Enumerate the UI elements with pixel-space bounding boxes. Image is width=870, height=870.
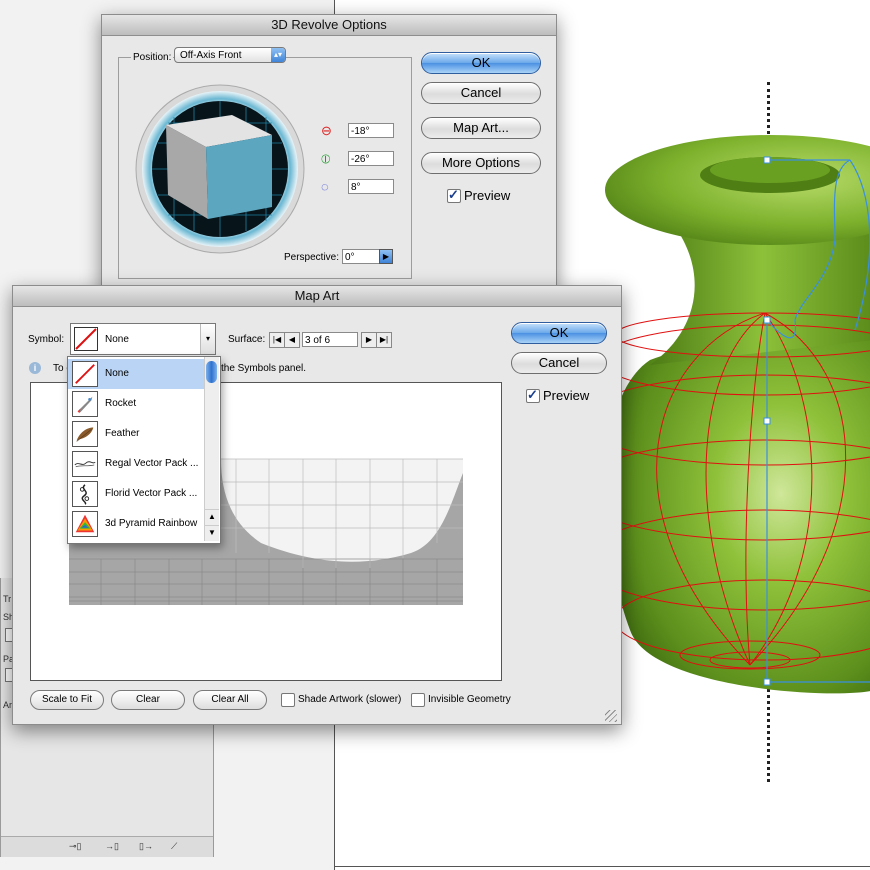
symbol-option-feather[interactable]: Feather bbox=[68, 419, 204, 449]
clear-all-button[interactable]: Clear All bbox=[193, 690, 267, 710]
resize-grip-icon[interactable] bbox=[605, 710, 617, 722]
symbol-option-label: Feather bbox=[105, 428, 140, 439]
symbol-option-label: Regal Vector Pack ... bbox=[105, 458, 199, 469]
shade-artwork-checkbox[interactable] bbox=[281, 693, 295, 707]
x-rotation-value: -18° bbox=[351, 126, 370, 137]
artboard-bottom-edge bbox=[334, 866, 870, 867]
preview-label: Preview bbox=[464, 188, 511, 203]
ok-button[interactable]: OK bbox=[421, 52, 541, 74]
edit-icon[interactable]: ⟋ bbox=[171, 841, 177, 852]
symbol-label: Symbol: bbox=[28, 334, 65, 345]
symbol-option-label: Rocket bbox=[105, 398, 137, 409]
ok-button[interactable]: OK bbox=[511, 322, 607, 344]
panel-footer: ⊸▯ →▯ ▯→ ⟋ bbox=[1, 836, 213, 857]
dropdown-scrollbar[interactable]: ▲ ▼ bbox=[204, 357, 219, 541]
y-rotation-field[interactable]: -26° bbox=[348, 151, 394, 166]
clear-button[interactable]: Clear bbox=[111, 690, 185, 710]
surface-field[interactable]: 3 of 6 bbox=[302, 332, 358, 347]
cancel-button[interactable]: Cancel bbox=[421, 82, 541, 104]
prev-surface-button[interactable]: ◀ bbox=[284, 332, 300, 348]
perspective-field[interactable]: 0° bbox=[342, 249, 380, 264]
scroll-up-arrow-icon[interactable]: ▲ bbox=[205, 509, 219, 524]
vase-artwork[interactable] bbox=[590, 130, 870, 700]
preview-checkbox[interactable] bbox=[526, 387, 540, 403]
place-icon[interactable]: →▯ bbox=[105, 841, 119, 852]
pyramid-rainbow-icon bbox=[72, 511, 98, 537]
z-axis-rotation-icon: ◌ bbox=[321, 179, 329, 194]
dialog-title: Map Art bbox=[13, 286, 621, 307]
x-axis-rotation-icon: ⊖ bbox=[321, 123, 332, 138]
more-options-button[interactable]: More Options bbox=[421, 152, 541, 174]
symbol-option-florid-vector[interactable]: Florid Vector Pack ... bbox=[68, 479, 204, 509]
symbol-option-rocket[interactable]: Rocket bbox=[68, 389, 204, 419]
surface-label: Surface: bbox=[228, 334, 266, 345]
info-icon: i bbox=[29, 362, 41, 374]
symbol-option-label: 3d Pyramid Rainbow bbox=[105, 518, 198, 529]
symbol-option-pyramid-rainbow[interactable]: 3d Pyramid Rainbow bbox=[68, 509, 204, 539]
symbol-option-label: Florid Vector Pack ... bbox=[105, 488, 198, 499]
feather-icon bbox=[72, 421, 98, 447]
symbol-select[interactable]: None ▾ bbox=[70, 323, 216, 355]
scroll-down-arrow-icon[interactable]: ▼ bbox=[205, 525, 219, 540]
symbol-option-regal-vector[interactable]: Regal Vector Pack ... bbox=[68, 449, 204, 479]
x-rotation-field[interactable]: -18° bbox=[348, 123, 394, 138]
position-label: Position: bbox=[131, 52, 174, 63]
y-rotation-value: -26° bbox=[351, 154, 370, 165]
regal-vector-icon bbox=[72, 451, 98, 477]
save-icon[interactable]: ▯→ bbox=[139, 841, 153, 852]
chevron-up-down-icon: ▴▾ bbox=[271, 48, 285, 62]
scrollbar-thumb[interactable] bbox=[206, 361, 217, 383]
position-value: Off-Axis Front bbox=[180, 50, 242, 61]
none-swatch-icon bbox=[74, 327, 98, 351]
map-art-button[interactable]: Map Art... bbox=[421, 117, 541, 139]
surface-value: 3 of 6 bbox=[305, 335, 331, 346]
scale-to-fit-button[interactable]: Scale to Fit bbox=[30, 690, 104, 710]
panel-row-label: Tr bbox=[3, 594, 12, 604]
dialog-title: 3D Revolve Options bbox=[102, 15, 556, 36]
shade-artwork-label: Shade Artwork (slower) bbox=[298, 694, 402, 705]
preview-label: Preview bbox=[543, 388, 590, 403]
preview-checkbox[interactable] bbox=[447, 187, 461, 203]
track-cube[interactable] bbox=[134, 83, 306, 255]
position-select[interactable]: Off-Axis Front ▴▾ bbox=[174, 47, 286, 63]
revolve-options-dialog: 3D Revolve Options Position: Off-Axis Fr… bbox=[101, 14, 557, 292]
perspective-slider-button[interactable]: ▶ bbox=[379, 249, 393, 264]
perspective-label: Perspective: bbox=[284, 252, 340, 263]
symbol-value: None bbox=[105, 334, 129, 345]
z-rotation-field[interactable]: 8° bbox=[348, 179, 394, 194]
perspective-value: 0° bbox=[345, 252, 355, 263]
last-surface-button[interactable]: ▶| bbox=[376, 332, 392, 348]
none-swatch-icon bbox=[72, 361, 98, 387]
rocket-icon bbox=[72, 391, 98, 417]
z-rotation-value: 8° bbox=[351, 182, 361, 193]
info-text-right: the Symbols panel. bbox=[221, 363, 307, 374]
panel-row-label: Ar bbox=[3, 700, 12, 710]
florid-vector-icon bbox=[72, 481, 98, 507]
invisible-geometry-checkbox[interactable] bbox=[411, 693, 425, 707]
symbol-option-none[interactable]: None bbox=[68, 359, 204, 389]
symbol-dropdown-list[interactable]: None Rocket Feather Regal Vector Pack ..… bbox=[67, 356, 221, 544]
y-axis-rotation-icon: ⦶ bbox=[321, 151, 331, 166]
next-surface-button[interactable]: ▶ bbox=[361, 332, 377, 348]
symbol-option-label: None bbox=[105, 368, 129, 379]
first-surface-button[interactable]: |◀ bbox=[269, 332, 285, 348]
link-icon[interactable]: ⊸▯ bbox=[69, 841, 82, 852]
invisible-geometry-label: Invisible Geometry bbox=[428, 694, 511, 705]
chevron-down-icon: ▾ bbox=[200, 324, 215, 354]
cancel-button[interactable]: Cancel bbox=[511, 352, 607, 374]
